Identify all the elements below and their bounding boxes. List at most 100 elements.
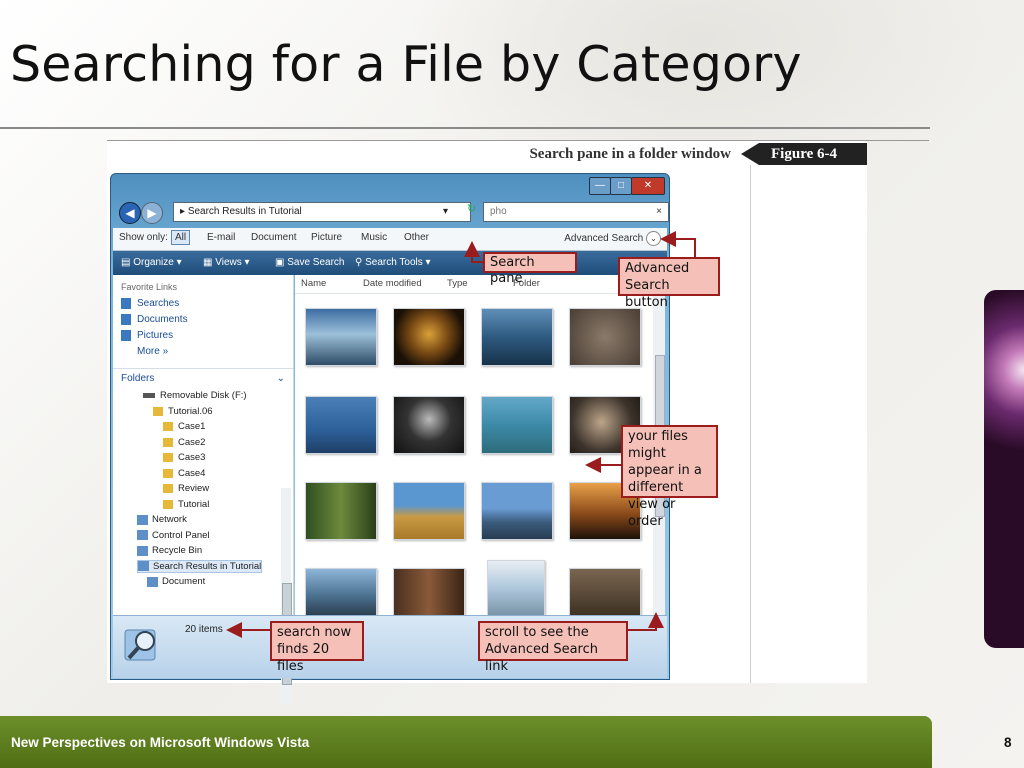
organize-button[interactable]: ▤ Organize ▾	[121, 257, 182, 268]
folder-icon	[163, 484, 173, 494]
network-icon	[137, 514, 148, 525]
folder-icon	[163, 422, 173, 432]
photo-thumbnail[interactable]	[305, 308, 377, 366]
folder-icon	[163, 453, 173, 463]
tree-item[interactable]: Case2	[113, 435, 293, 451]
tree-item[interactable]: Document	[113, 574, 293, 590]
photo-thumbnail[interactable]	[305, 396, 377, 454]
favorite-documents[interactable]: Documents	[113, 312, 293, 328]
photo-thumbnail[interactable]	[393, 396, 465, 454]
favorite-label: Documents	[137, 314, 188, 326]
back-arrow-icon[interactable]: ◀	[119, 202, 141, 224]
photo-thumbnail[interactable]	[393, 308, 465, 366]
filter-music[interactable]: Music	[361, 232, 387, 243]
tree-item[interactable]: Recycle Bin	[113, 543, 293, 559]
photo-thumbnail[interactable]	[481, 396, 553, 454]
slide-title: Searching for a File by Category	[10, 36, 802, 93]
views-label: Views	[215, 257, 242, 268]
address-bar[interactable]: ▸ Search Results in Tutorial ▾	[173, 202, 471, 222]
tree-item[interactable]: Case4	[113, 466, 293, 482]
tree-label: Case4	[178, 467, 206, 479]
tree-label: Removable Disk (F:)	[160, 390, 247, 402]
photo-thumbnail[interactable]	[393, 482, 465, 540]
column-type[interactable]: Type	[447, 278, 468, 289]
column-headers: Name Date modified Type Folder	[295, 275, 653, 294]
tree-item[interactable]: Network	[113, 512, 293, 528]
filter-email[interactable]: E-mail	[207, 232, 235, 243]
forward-arrow-icon[interactable]: ▶	[141, 202, 163, 224]
callout-your-files: your files might appear in a different v…	[621, 425, 718, 529]
close-button[interactable]: ✕	[631, 177, 665, 195]
tree-label: Document	[162, 576, 206, 588]
photo-thumbnail[interactable]	[393, 568, 465, 616]
maximize-button[interactable]: □	[610, 177, 632, 195]
refresh-icon[interactable]: ↻	[467, 202, 476, 215]
tree-label: Control Panel	[152, 529, 210, 541]
favorite-pictures[interactable]: Pictures	[113, 328, 293, 344]
advanced-search-button[interactable]: Advanced Search ⌄	[564, 231, 661, 246]
folders-header[interactable]: Folders ⌄	[113, 368, 293, 388]
navigation-pane: Favorite Links Searches Documents Pictur…	[113, 275, 294, 704]
photo-thumbnail[interactable]	[569, 568, 641, 616]
tree-item[interactable]: Tutorial.06	[113, 404, 293, 420]
tree-item[interactable]: Case1	[113, 419, 293, 435]
file-list-pane: Name Date modified Type Folder	[295, 275, 653, 616]
figure-top-rule	[107, 140, 929, 141]
tree-label: Case1	[178, 421, 206, 433]
tree-item[interactable]: Review	[113, 481, 293, 497]
pictures-icon	[121, 330, 131, 342]
breadcrumb-icon: ▸	[180, 206, 188, 217]
tree-item[interactable]: Tutorial	[113, 497, 293, 513]
tree-label: Case3	[178, 452, 206, 464]
folders-label: Folders	[121, 373, 155, 385]
filter-other[interactable]: Other	[404, 232, 429, 243]
tree-label: Review	[178, 483, 210, 495]
search-tools-label: Search Tools	[365, 257, 423, 268]
title-divider	[0, 127, 930, 129]
tree-label: Recycle Bin	[152, 545, 203, 557]
tree-item-selected[interactable]: Search Results in Tutorial	[113, 559, 293, 575]
tree-label: Network	[152, 514, 187, 526]
tree-item[interactable]: Control Panel	[113, 528, 293, 544]
filter-document[interactable]: Document	[251, 232, 297, 243]
callout-search-pane: Search pane	[483, 252, 577, 286]
photo-thumbnail[interactable]	[569, 308, 641, 366]
favorite-links-header: Favorite Links	[121, 282, 178, 292]
magnifier-icon	[124, 629, 156, 661]
save-search-button[interactable]: ▣ Save Search	[275, 257, 345, 268]
filter-picture[interactable]: Picture	[311, 232, 342, 243]
tree-label: Case2	[178, 436, 206, 448]
search-input[interactable]: pho ×	[483, 202, 669, 222]
document-icon	[147, 576, 158, 587]
clear-search-icon[interactable]: ×	[656, 203, 662, 221]
favorite-more[interactable]: More »	[113, 344, 293, 360]
minimize-button[interactable]: —	[589, 177, 611, 195]
callout-scroll: scroll to see the Advanced Search link	[478, 621, 628, 674]
filter-all[interactable]: All	[171, 230, 191, 245]
views-button[interactable]: ▦ Views ▾	[203, 257, 250, 268]
photo-thumbnail[interactable]	[481, 482, 553, 540]
search-folder-icon	[138, 561, 149, 572]
tree-label: Tutorial.06	[168, 405, 213, 417]
control-panel-icon	[137, 530, 148, 541]
chevron-down-icon[interactable]: ▾	[443, 203, 448, 221]
explorer-window: — □ ✕ ◀ ▶ ▸ Search Results in Tutorial ▾…	[110, 173, 670, 704]
photo-thumbnail[interactable]	[481, 308, 553, 366]
address-text: Search Results in Tutorial	[187, 206, 302, 217]
search-pane: Show only: All E-mail Document Picture M…	[113, 228, 667, 251]
folder-icon	[163, 437, 173, 447]
tree-item[interactable]: Case3	[113, 450, 293, 466]
column-date-modified[interactable]: Date modified	[363, 278, 422, 289]
photo-thumbnail[interactable]	[305, 482, 377, 540]
chevron-down-icon: ⌄	[646, 231, 661, 246]
figure-divider	[750, 165, 751, 683]
figure-caption-bar: Search pane in a folder window Figure 6-…	[107, 143, 867, 165]
photo-thumbnail[interactable]	[487, 560, 545, 616]
tree-item[interactable]: Removable Disk (F:)	[113, 388, 293, 404]
column-name[interactable]: Name	[301, 278, 326, 289]
favorite-searches[interactable]: Searches	[113, 296, 293, 312]
tree-label: Search Results in Tutorial	[153, 560, 262, 572]
search-tools-button[interactable]: ⚲ Search Tools ▾	[355, 257, 431, 268]
photo-thumbnail[interactable]	[305, 568, 377, 616]
advanced-search-label: Advanced Search	[564, 233, 644, 245]
